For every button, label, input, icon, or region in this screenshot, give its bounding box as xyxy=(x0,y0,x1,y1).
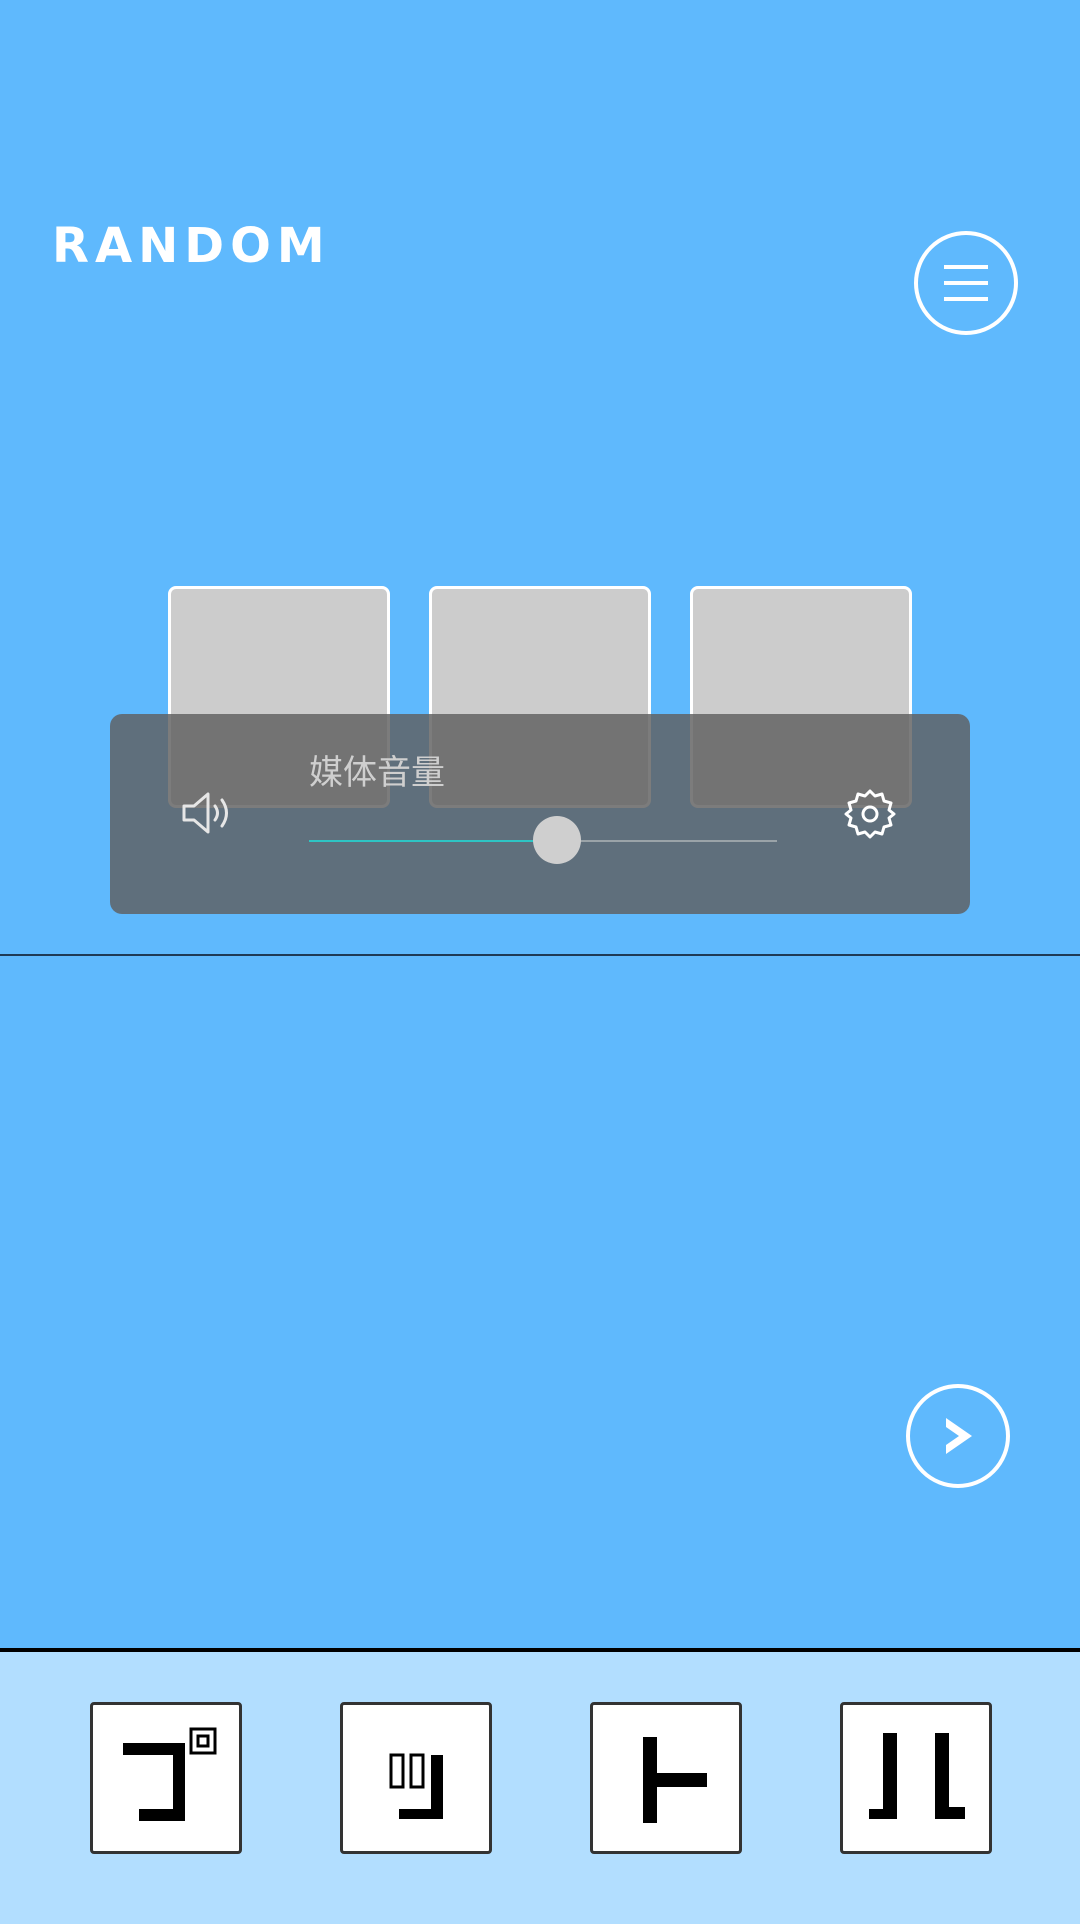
hamburger-menu-icon xyxy=(944,265,988,301)
katakana-to-icon xyxy=(643,1737,707,1823)
volume-slider-fill xyxy=(309,840,558,842)
media-volume-panel: 媒体音量 xyxy=(110,714,970,914)
speaker-icon[interactable] xyxy=(180,789,236,837)
menu-button[interactable] xyxy=(914,231,1018,335)
divider xyxy=(0,954,1080,956)
katakana-go-icon xyxy=(123,1727,217,1821)
page-title: RANDOM xyxy=(52,218,331,274)
katakana-ru-icon xyxy=(869,1733,965,1819)
katakana-tsu-icon xyxy=(389,1753,443,1819)
tile-go[interactable] xyxy=(90,1702,242,1854)
tile-ru[interactable] xyxy=(840,1702,992,1854)
next-button[interactable] xyxy=(906,1384,1010,1488)
volume-slider-thumb[interactable] xyxy=(533,816,582,864)
tile-to[interactable] xyxy=(590,1702,742,1854)
volume-slider[interactable] xyxy=(309,816,777,864)
tile-tsu[interactable] xyxy=(340,1702,492,1854)
chevron-right-icon xyxy=(946,1418,972,1454)
gear-icon[interactable] xyxy=(844,788,896,840)
volume-label: 媒体音量 xyxy=(309,753,445,793)
tile-tray xyxy=(0,1648,1080,1924)
